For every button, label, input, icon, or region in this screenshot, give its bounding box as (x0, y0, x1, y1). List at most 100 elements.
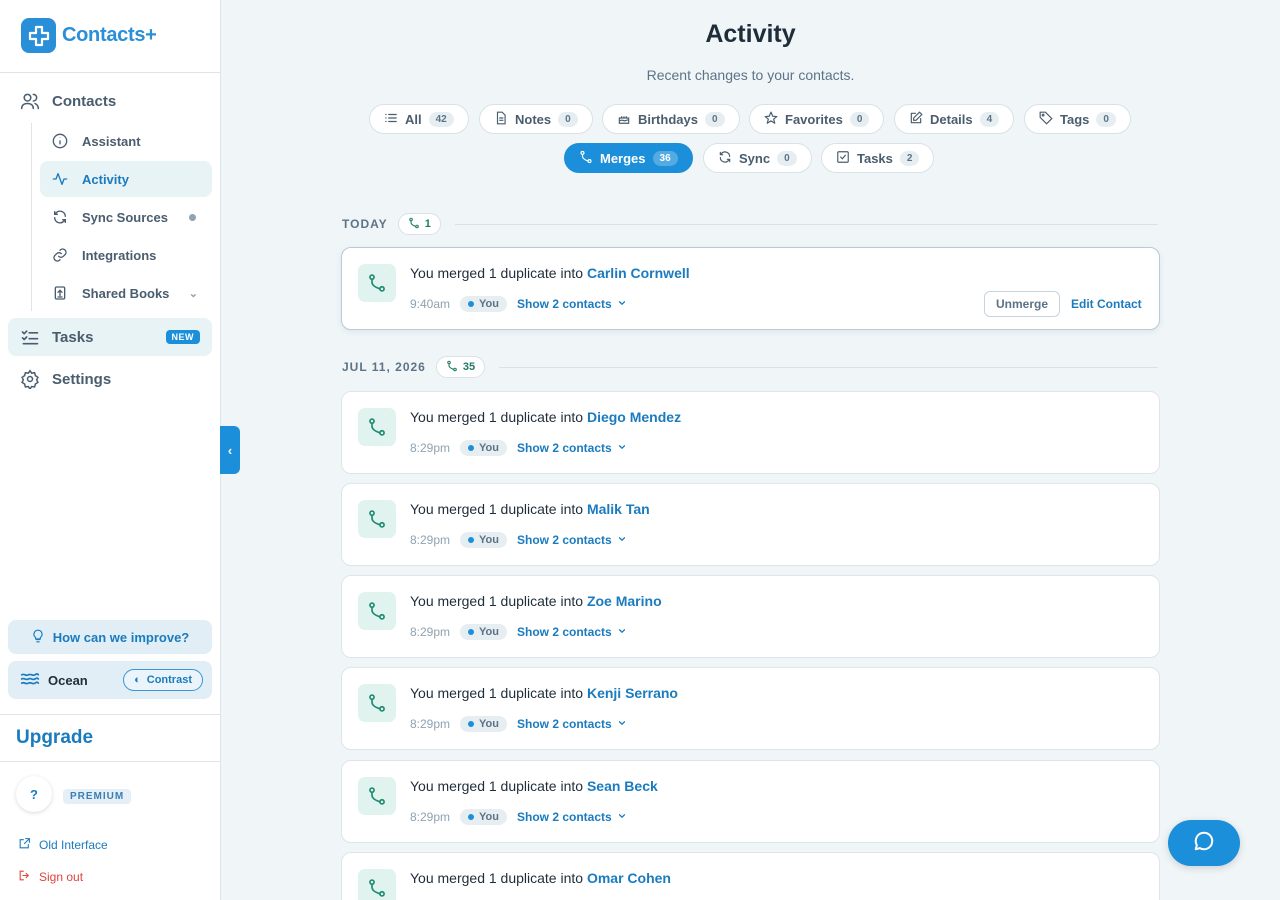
feedback-button[interactable]: How can we improve? (8, 620, 212, 654)
plan-badge: PREMIUM (63, 789, 132, 804)
filter-favorites[interactable]: Favorites 0 (749, 104, 885, 134)
nav-settings[interactable]: Settings (20, 369, 111, 389)
edit-contact-link[interactable]: Edit Contact (1071, 297, 1142, 311)
contact-name-link[interactable]: Diego Mendez (587, 409, 681, 425)
upgrade-link[interactable]: Upgrade (16, 727, 93, 749)
sidebar-item-shared-books[interactable]: Shared Books ⌄ (40, 275, 212, 311)
activity-text: You merged 1 duplicate into Malik Tan (410, 501, 650, 517)
show-contacts-label: Show 2 contacts (517, 441, 612, 455)
activity-card[interactable]: You merged 1 duplicate into Zoe Marino 8… (341, 575, 1160, 658)
sidebar-item-integrations[interactable]: Integrations (40, 237, 212, 273)
activity-card[interactable]: You merged 1 duplicate into Diego Mendez… (341, 391, 1160, 474)
activity-meta: 8:29pm You Show 2 contacts (410, 532, 627, 548)
contact-name-link[interactable]: Omar Cohen (587, 870, 671, 886)
chevron-down-icon (617, 441, 627, 455)
chevron-down-icon (617, 533, 627, 547)
contact-name-link[interactable]: Malik Tan (587, 501, 650, 517)
chevron-down-icon (617, 625, 627, 639)
gear-icon (20, 369, 40, 389)
actor-badge: You (460, 716, 507, 732)
merge-icon (358, 264, 396, 302)
filter-label: All (405, 111, 422, 127)
divider (454, 223, 1158, 225)
merge-icon (358, 500, 396, 538)
old-interface-link[interactable]: Old Interface (18, 837, 108, 853)
show-contacts-toggle[interactable]: Show 2 contacts (517, 625, 627, 639)
chat-button[interactable] (1168, 820, 1240, 866)
app-logo[interactable]: Contacts+ (21, 18, 157, 53)
activity-card[interactable]: You merged 1 duplicate into Sean Beck 8:… (341, 760, 1160, 843)
task-icon (836, 150, 850, 167)
show-contacts-toggle[interactable]: Show 2 contacts (517, 717, 627, 731)
chevron-down-icon (617, 810, 627, 824)
filter-tasks[interactable]: Tasks 2 (821, 143, 935, 173)
contrast-toggle[interactable]: ◐ Contrast (123, 669, 203, 691)
activity-description: You merged 1 duplicate into (410, 593, 587, 609)
show-contacts-label: Show 2 contacts (517, 717, 612, 731)
timestamp: 8:29pm (410, 533, 451, 547)
activity-meta: 8:29pm You Show 2 contacts (410, 624, 627, 640)
filter-label: Sync (739, 150, 771, 166)
actor-badge: You (460, 440, 507, 456)
actor-badge: You (460, 532, 507, 548)
sign-out-icon (18, 869, 31, 885)
activity-card[interactable]: You merged 1 duplicate into Carlin Cornw… (341, 247, 1160, 330)
actor-dot (468, 721, 475, 727)
filter-notes[interactable]: Notes 0 (479, 104, 593, 134)
activity-card[interactable]: You merged 1 duplicate into Kenji Serran… (341, 667, 1160, 750)
sidebar-item-sync-sources[interactable]: Sync Sources (40, 199, 212, 235)
activity-meta: 8:29pm You Show 2 contacts (410, 440, 627, 456)
unmerge-button[interactable]: Unmerge (984, 291, 1061, 317)
show-contacts-toggle[interactable]: Show 2 contacts (517, 533, 627, 547)
merge-icon (358, 592, 396, 630)
new-badge: NEW (165, 330, 200, 344)
activity-card[interactable]: You merged 1 duplicate into Omar Cohen (341, 852, 1160, 900)
contact-name-link[interactable]: Kenji Serrano (587, 685, 678, 701)
filter-count: 4 (979, 111, 1000, 127)
filter-count: 0 (1096, 111, 1116, 127)
nav-tasks[interactable]: Tasks NEW (8, 318, 212, 356)
activity-text: You merged 1 duplicate into Carlin Cornw… (410, 265, 690, 281)
chevron-left-icon: ‹ (227, 442, 233, 458)
show-contacts-toggle[interactable]: Show 2 contacts (517, 297, 627, 311)
filter-label: Favorites (785, 111, 843, 127)
contact-name-link[interactable]: Zoe Marino (587, 593, 662, 609)
lightbulb-icon (31, 629, 45, 646)
sidebar-collapse-button[interactable]: ‹ (220, 426, 240, 474)
theme-selector[interactable]: Ocean ◐ Contrast (8, 661, 212, 699)
filter-row: Merges 36 Sync 0 Tasks 2 (0, 143, 1280, 173)
activity-card[interactable]: You merged 1 duplicate into Malik Tan 8:… (341, 483, 1160, 566)
sidebar-item-label: Integrations (82, 247, 157, 263)
chevron-down-icon[interactable]: ⌄ (189, 287, 198, 300)
activity-description: You merged 1 duplicate into (410, 778, 587, 794)
filter-tags[interactable]: Tags 0 (1024, 104, 1131, 134)
sign-out-link[interactable]: Sign out (18, 869, 83, 885)
theme-label: Ocean (48, 672, 88, 688)
date-group-header: JUL 11, 2026 35 (342, 356, 1158, 378)
filter-label: Tasks (857, 150, 893, 166)
contact-name-link[interactable]: Carlin Cornwell (587, 265, 690, 281)
external-link-icon (18, 837, 31, 853)
actor-dot (468, 445, 475, 451)
actor-label: You (479, 298, 499, 310)
filter-birthdays[interactable]: Birthdays 0 (602, 104, 740, 134)
filter-merges[interactable]: Merges 36 (564, 143, 693, 173)
timestamp: 8:29pm (410, 717, 451, 731)
merge-icon (408, 217, 420, 232)
merge-count: 1 (424, 218, 431, 230)
avatar[interactable]: ? (16, 776, 52, 812)
cake-icon (617, 111, 631, 128)
activity-text: You merged 1 duplicate into Omar Cohen (410, 870, 671, 886)
timestamp: 9:40am (410, 297, 451, 311)
sidebar-divider (0, 714, 220, 715)
filter-all[interactable]: All 42 (369, 104, 469, 134)
actor-badge: You (460, 809, 507, 825)
filter-details[interactable]: Details 4 (894, 104, 1015, 134)
show-contacts-toggle[interactable]: Show 2 contacts (517, 810, 627, 824)
chevron-down-icon (617, 297, 627, 311)
actor-label: You (479, 718, 499, 730)
divider (499, 366, 1158, 368)
show-contacts-toggle[interactable]: Show 2 contacts (517, 441, 627, 455)
filter-sync[interactable]: Sync 0 (703, 143, 812, 173)
contact-name-link[interactable]: Sean Beck (587, 778, 658, 794)
